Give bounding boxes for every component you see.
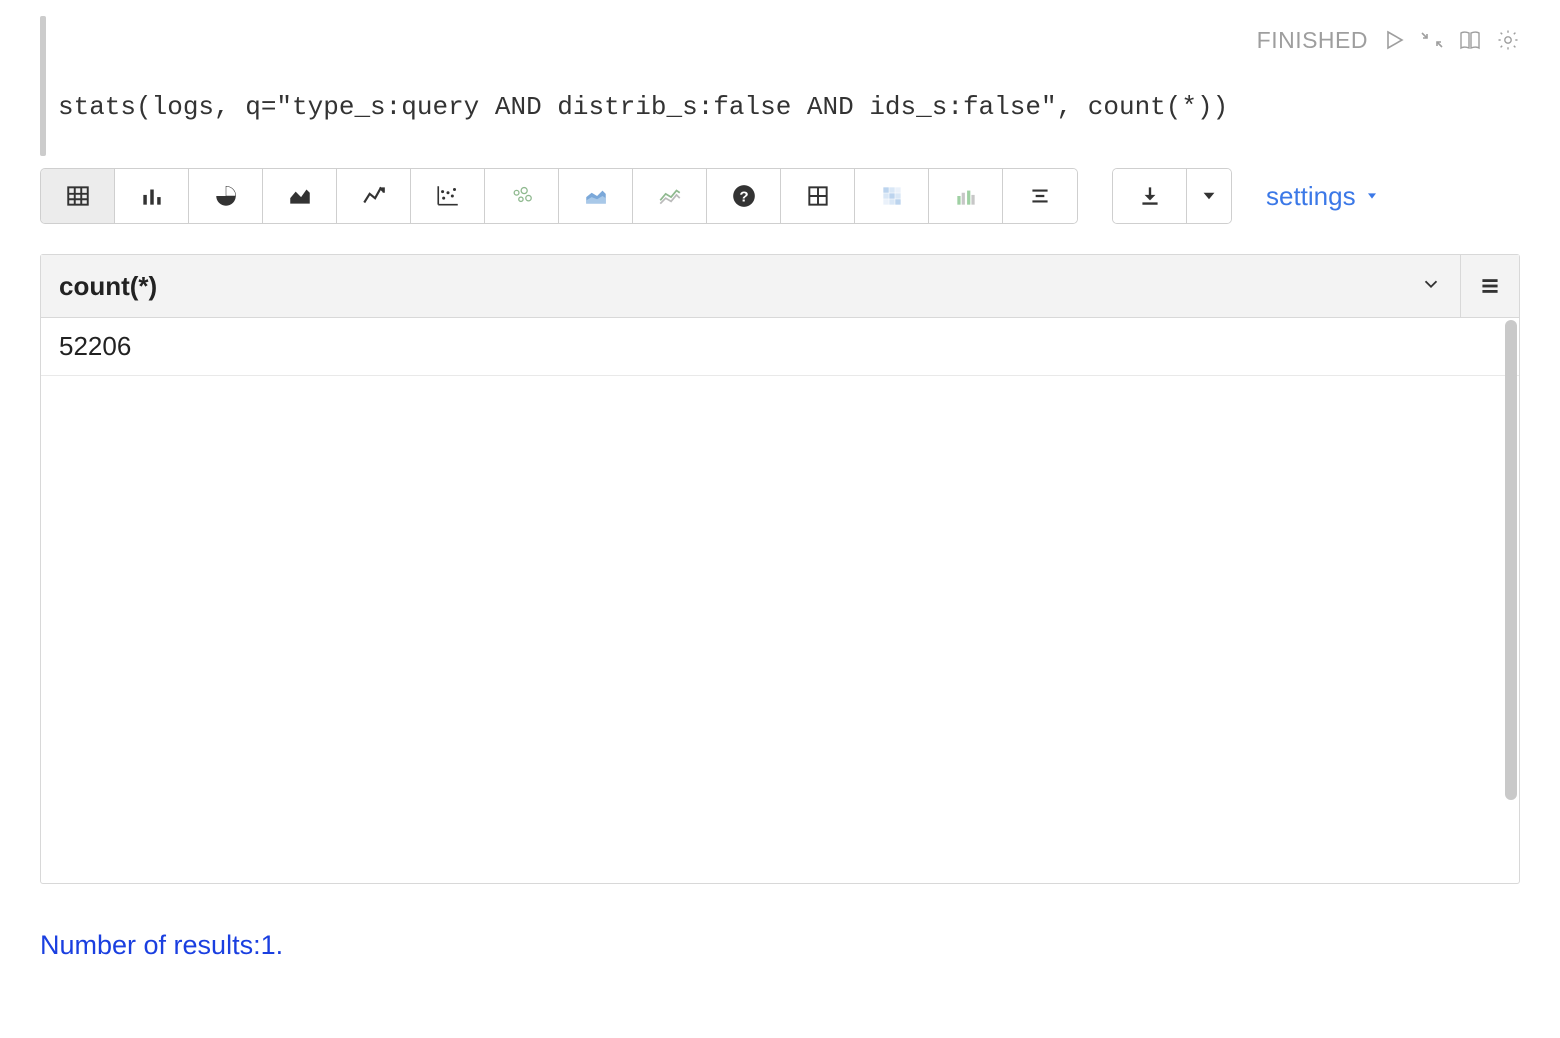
code-gutter — [40, 16, 46, 156]
gear-icon[interactable] — [1496, 28, 1520, 52]
results-body: 52206 — [41, 318, 1519, 883]
heatmap-button[interactable] — [855, 169, 929, 223]
collapse-icon[interactable] — [1420, 28, 1444, 52]
results-header: count(*) — [41, 255, 1519, 318]
column-header-label: count(*) — [59, 271, 157, 302]
settings-link[interactable]: settings — [1266, 181, 1380, 212]
table-row[interactable]: 52206 — [41, 318, 1519, 376]
multi-line-button[interactable] — [633, 169, 707, 223]
viz-toolbar: ? settings — [40, 168, 1520, 224]
download-button[interactable] — [1113, 169, 1187, 223]
stacked-area-button[interactable] — [559, 169, 633, 223]
pie-chart-button[interactable] — [189, 169, 263, 223]
bar-chart-button[interactable] — [115, 169, 189, 223]
text-align-button[interactable] — [1003, 169, 1077, 223]
download-group — [1112, 168, 1232, 224]
area-chart-button[interactable] — [263, 169, 337, 223]
caret-down-icon — [1364, 188, 1380, 204]
result-count-note: Number of results:1. — [40, 930, 1520, 961]
run-icon[interactable] — [1382, 28, 1406, 52]
results-panel: count(*) 52206 — [40, 254, 1520, 884]
code-block: stats(logs, q="type_s:query AND distrib_… — [40, 68, 1520, 156]
notebook-cell: FINISHED stats(logs, q="type_s:query A — [0, 0, 1560, 1038]
grouped-bar-button[interactable] — [929, 169, 1003, 223]
download-dropdown-button[interactable] — [1187, 169, 1231, 223]
help-button[interactable]: ? — [707, 169, 781, 223]
book-icon[interactable] — [1458, 28, 1482, 52]
bubble-chart-button[interactable] — [485, 169, 559, 223]
scatter-chart-button[interactable] — [411, 169, 485, 223]
code-line[interactable]: stats(logs, q="type_s:query AND distrib_… — [58, 68, 1228, 156]
cell-status-row: FINISHED — [40, 20, 1520, 60]
viz-buttons: ? — [40, 168, 1078, 224]
chevron-down-icon[interactable] — [1420, 271, 1442, 302]
vertical-scrollbar[interactable] — [1505, 320, 1517, 800]
settings-label: settings — [1266, 181, 1356, 212]
svg-text:?: ? — [739, 188, 748, 205]
cell-value: 52206 — [59, 331, 131, 362]
status-label: FINISHED — [1257, 27, 1368, 54]
table-menu-button[interactable] — [1461, 255, 1519, 317]
grid-button[interactable] — [781, 169, 855, 223]
line-chart-button[interactable] — [337, 169, 411, 223]
table-view-button[interactable] — [41, 169, 115, 223]
column-header[interactable]: count(*) — [41, 255, 1461, 317]
